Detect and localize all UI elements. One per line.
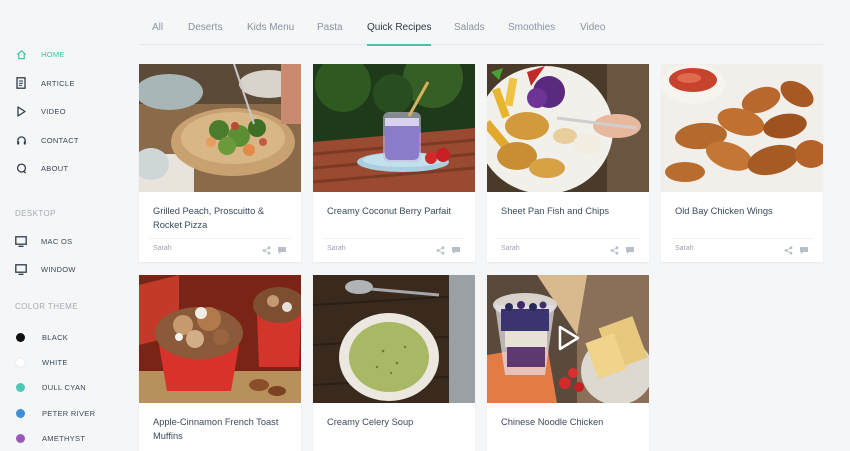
recipe-title[interactable]: Chinese Noodle Chicken <box>501 416 639 430</box>
desktop-macos-label: MAC OS <box>41 236 73 246</box>
recipe-title[interactable]: Old Bay Chicken Wings <box>675 205 813 219</box>
comment-icon[interactable] <box>277 246 287 255</box>
recipe-card[interactable]: Apple-Cinnamon French Toast Muffins <box>139 275 301 451</box>
tab-deserts[interactable]: Deserts <box>188 22 222 33</box>
color-swatch <box>16 332 25 342</box>
chicken-wings-photo <box>661 64 823 192</box>
play-video-icon[interactable] <box>557 325 581 351</box>
theme-amethyst-label: AMETHYST <box>42 433 86 443</box>
recipe-card[interactable]: Grilled Peach, Proscuitto & Rocket Pizza… <box>139 64 301 262</box>
recipe-author: Sarah <box>675 245 694 252</box>
category-tabs: All Deserts Kids Menu Pasta Quick Recipe… <box>140 0 823 45</box>
tab-all[interactable]: All <box>152 22 163 33</box>
recipe-card[interactable]: Creamy Celery Soup <box>313 275 475 451</box>
desktop-section-title: DESKTOP <box>15 209 56 218</box>
chat-bubble-icon <box>15 162 27 174</box>
fish-and-chips-photo <box>487 64 649 192</box>
tab-smoothies[interactable]: Smoothies <box>508 22 555 33</box>
headphones-icon <box>15 134 27 146</box>
recipe-card[interactable]: Chinese Noodle Chicken <box>487 275 649 451</box>
desktop-window-label: WINDOW <box>41 264 76 274</box>
theme-white[interactable]: WHITE <box>15 354 68 370</box>
comment-icon[interactable] <box>625 246 635 255</box>
card-divider <box>671 238 813 239</box>
recipe-title[interactable]: Apple-Cinnamon French Toast Muffins <box>153 416 291 443</box>
card-divider <box>323 238 465 239</box>
card-divider <box>149 238 291 239</box>
nav-contact-label: CONTACT <box>41 135 79 145</box>
recipe-title[interactable]: Creamy Coconut Berry Parfait <box>327 205 465 219</box>
nav-article-label: ARTICLE <box>41 78 75 88</box>
color-swatch <box>16 382 25 392</box>
desktop-window[interactable]: WINDOW <box>15 261 76 277</box>
berry-smoothie-photo <box>313 64 475 192</box>
sidebar: HOME ARTICLE VIDEO CONTACT ABOUT DESKTOP… <box>0 0 130 451</box>
theme-black-label: BLACK <box>42 332 69 342</box>
recipe-author: Sarah <box>153 245 172 252</box>
tab-video[interactable]: Video <box>580 22 605 33</box>
color-swatch <box>16 433 25 443</box>
home-icon <box>15 48 27 60</box>
recipe-author: Sarah <box>327 245 346 252</box>
nav-contact[interactable]: CONTACT <box>15 132 79 148</box>
theme-black[interactable]: BLACK <box>15 329 68 345</box>
celery-soup-photo <box>313 275 475 403</box>
share-icon[interactable] <box>610 246 619 255</box>
recipe-card[interactable]: Sheet Pan Fish and Chips Sarah <box>487 64 649 262</box>
nav-about-label: ABOUT <box>41 163 69 173</box>
desktop-macos[interactable]: MAC OS <box>15 233 72 249</box>
monitor-icon <box>15 235 27 247</box>
nav-video-label: VIDEO <box>41 106 66 116</box>
recipe-title[interactable]: Creamy Celery Soup <box>327 416 465 430</box>
recipe-title[interactable]: Sheet Pan Fish and Chips <box>501 205 639 219</box>
theme-white-label: WHITE <box>42 357 68 367</box>
theme-peter-river-label: PETER RIVER <box>42 408 96 418</box>
document-icon <box>15 77 27 89</box>
theme-dull-cyan[interactable]: DULL CYAN <box>15 379 86 395</box>
theme-amethyst[interactable]: AMETHYST <box>15 430 85 446</box>
pizza-photo <box>139 64 301 192</box>
muffins-photo <box>139 275 301 403</box>
recipe-card[interactable]: Old Bay Chicken Wings Sarah <box>661 64 823 262</box>
nav-home-label: HOME <box>41 49 65 59</box>
share-icon[interactable] <box>436 246 445 255</box>
recipe-author: Sarah <box>501 245 520 252</box>
theme-peter-river[interactable]: PETER RIVER <box>15 405 95 421</box>
nav-video[interactable]: VIDEO <box>15 103 66 119</box>
active-tab-indicator <box>367 44 431 46</box>
recipe-title[interactable]: Grilled Peach, Proscuitto & Rocket Pizza <box>153 205 291 232</box>
tab-salads[interactable]: Salads <box>454 22 485 33</box>
nav-home[interactable]: HOME <box>15 46 65 62</box>
comment-icon[interactable] <box>451 246 461 255</box>
card-divider <box>497 238 639 239</box>
play-icon <box>15 105 27 117</box>
color-swatch <box>16 357 25 367</box>
tab-pasta[interactable]: Pasta <box>317 22 343 33</box>
comment-icon[interactable] <box>799 246 809 255</box>
recipe-card[interactable]: Creamy Coconut Berry Parfait Sarah <box>313 64 475 262</box>
tab-kids-menu[interactable]: Kids Menu <box>247 22 294 33</box>
color-swatch <box>16 408 25 418</box>
nav-article[interactable]: ARTICLE <box>15 75 75 91</box>
nav-about[interactable]: ABOUT <box>15 160 68 176</box>
share-icon[interactable] <box>784 246 793 255</box>
share-icon[interactable] <box>262 246 271 255</box>
tab-quick-recipes[interactable]: Quick Recipes <box>367 22 431 33</box>
monitor-icon <box>15 263 27 275</box>
color-theme-section-title: COLOR THEME <box>15 302 78 311</box>
theme-dull-cyan-label: DULL CYAN <box>42 382 86 392</box>
